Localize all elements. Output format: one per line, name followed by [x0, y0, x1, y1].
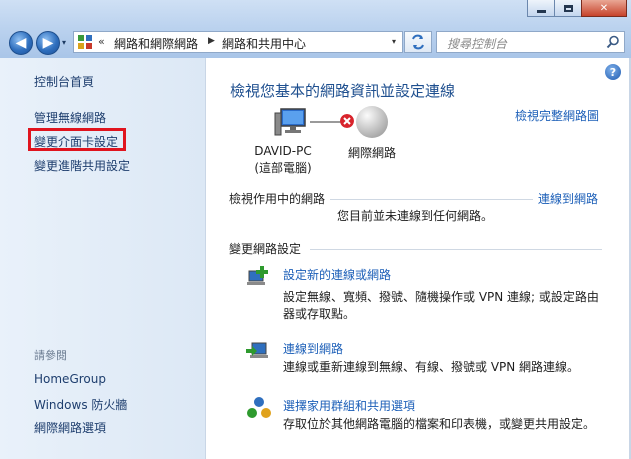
homegroup-icon — [247, 397, 271, 418]
connect-to-network-task-link[interactable]: 連線到網路 — [283, 340, 343, 357]
control-panel-home-link[interactable]: 控制台首頁 — [34, 73, 94, 90]
homegroup-sharing-link[interactable]: 選擇家用群組和共用選項 — [283, 397, 415, 414]
internet-label: 網際網路 — [347, 146, 396, 160]
minimize-button[interactable] — [527, 0, 555, 17]
active-networks-heading: 檢視作用中的網路 — [229, 192, 326, 206]
refresh-button[interactable] — [404, 31, 432, 53]
network-status-text: 您目前並未連線到任何網路。 — [337, 209, 494, 223]
connect-network-icon — [246, 342, 268, 358]
close-button[interactable]: ✕ — [581, 0, 627, 17]
close-icon: ✕ — [599, 2, 609, 14]
help-button[interactable]: ? — [605, 64, 621, 80]
computer-subtitle: (這部電腦) — [254, 161, 312, 175]
homegroup-link[interactable]: HomeGroup — [34, 372, 106, 386]
title-bar: ✕ ◀ ▶ ▾ « 網路和網際網路 ▶ 網路和共用中心 ▾ 搜尋控制台 — [0, 0, 631, 58]
page-title: 檢視您基本的網路資訊並設定連線 — [230, 82, 456, 100]
control-panel-icon — [78, 35, 92, 49]
disconnected-x-icon — [340, 114, 354, 128]
help-icon: ? — [609, 65, 617, 79]
recent-pages-dropdown[interactable]: ▾ — [62, 38, 66, 47]
back-button[interactable]: ◀ — [9, 31, 33, 55]
section-divider — [310, 249, 602, 250]
computer-name: DAVID-PC — [254, 144, 312, 158]
section-divider — [330, 199, 533, 200]
address-dropdown-icon[interactable]: ▾ — [392, 37, 396, 46]
change-settings-heading: 變更網路設定 — [229, 242, 302, 256]
forward-button[interactable]: ▶ — [36, 31, 60, 55]
view-full-map-link[interactable]: 檢視完整網路圖 — [515, 107, 599, 124]
search-icon[interactable] — [606, 35, 620, 49]
task-pane: 控制台首頁 管理無線網路 變更介面卡設定 變更進階共用設定 請參閱 HomeGr… — [0, 58, 206, 459]
breadcrumb-separator-icon[interactable]: ▶ — [208, 36, 215, 46]
manage-wireless-networks-link[interactable]: 管理無線網路 — [34, 109, 106, 126]
breadcrumb-overflow-icon[interactable]: « — [98, 35, 105, 48]
window-controls: ✕ — [527, 0, 627, 17]
refresh-icon — [412, 34, 424, 50]
main-content: ? 檢視您基本的網路資訊並設定連線 檢視完整網路圖 DAVID-PC (這部電腦… — [206, 58, 631, 459]
internet-globe-icon — [356, 106, 388, 138]
breadcrumb-network-sharing-center[interactable]: 網路和共用中心 — [222, 35, 306, 52]
maximize-button[interactable] — [554, 0, 582, 17]
new-connection-icon — [247, 266, 268, 285]
computer-icon — [274, 108, 306, 136]
breadcrumb-network-internet[interactable]: 網路和網際網路 — [114, 35, 198, 52]
back-arrow-icon: ◀ — [15, 35, 27, 51]
search-box[interactable]: 搜尋控制台 — [436, 31, 625, 53]
internet-options-link[interactable]: 網際網路選項 — [34, 419, 106, 436]
highlight-box — [28, 128, 126, 151]
minimize-icon — [536, 9, 546, 13]
maximize-icon — [563, 4, 573, 12]
connect-to-network-desc: 連線或重新連線到無線、有線、撥號或 VPN 網路連線。 — [283, 360, 580, 374]
see-also-heading: 請參閱 — [34, 349, 67, 362]
search-input[interactable]: 搜尋控制台 — [447, 35, 507, 52]
change-advanced-sharing-link[interactable]: 變更進階共用設定 — [34, 157, 130, 174]
windows-firewall-link[interactable]: Windows 防火牆 — [34, 396, 127, 413]
setup-connection-link[interactable]: 設定新的連線或網路 — [283, 266, 391, 283]
homegroup-sharing-desc: 存取位於其他網路電腦的檔案和印表機，或變更共用設定。 — [283, 417, 596, 431]
setup-connection-desc: 設定無線、寬頻、撥號、隨機操作或 VPN 連線; 或設定路由器或存取點。 — [283, 290, 599, 321]
connect-to-network-link[interactable]: 連線到網路 — [538, 190, 598, 207]
forward-arrow-icon: ▶ — [42, 35, 54, 51]
address-bar[interactable]: « 網路和網際網路 ▶ 網路和共用中心 ▾ — [73, 31, 403, 53]
